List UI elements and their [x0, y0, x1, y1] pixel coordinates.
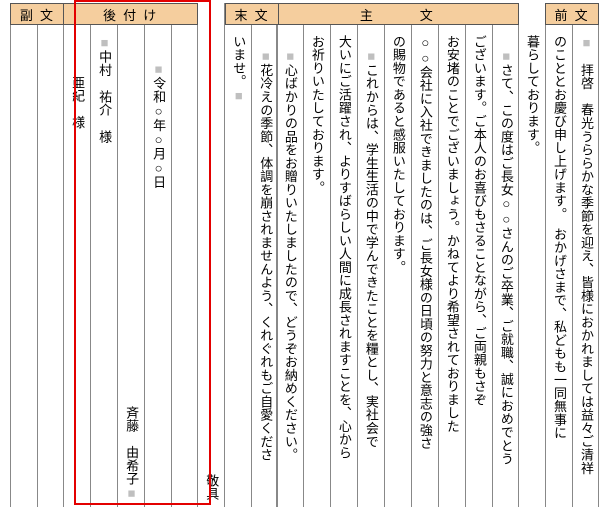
header-atozuke: 後 付 け — [63, 3, 198, 25]
shu-line-9: ■心ばかりの品をお贈りいたしましたので、どうぞお納めください。 — [277, 31, 304, 461]
shu-line-6: ■これからは、学生生活の中で学んできたことを糧とし、実社会で — [358, 31, 385, 448]
header-zenbun: 前 文 — [545, 3, 599, 25]
shu-line-8: お祈りいたしております。 — [304, 31, 331, 194]
date-line: ■令和○年○月○日 — [145, 31, 172, 189]
zen-line-3: 暮らしております。 — [519, 31, 546, 154]
shu-line-2: ございます。ご本人のお喜びもさることながら、ご両親もさぞ — [466, 31, 493, 406]
keigu-closing: 敬具 — [198, 474, 225, 501]
shu-line-3: お安堵のことでございましょう。かねてより希望されておりました — [439, 31, 466, 433]
zen-line-1: ■ 拝啓 春光うららかな季節を迎え、皆様におかれましては益々ご清祥 — [573, 31, 600, 475]
matsu-line-1: ■花冷えの季節、体調を崩されませんよう、くれぐれもご自愛くださ — [252, 31, 279, 461]
shu-line-5: の賜物であると感服いたしております。 — [385, 31, 412, 274]
header-matsubun: 末 文 — [225, 3, 279, 25]
matsu-line-2: いませ。■ — [225, 31, 252, 103]
zen-line-2: のこととお慶び申し上げます。 おかげさまで、私どもも一同無事に — [546, 31, 573, 440]
shu-line-7: 大いにご活躍され、よりすばらしい人間に成長されますことを、心から — [331, 31, 358, 459]
sender-name: 斉藤 由希子■ — [118, 406, 145, 501]
header-fukubun: 副 文 — [10, 3, 64, 25]
shu-line-1: ■さて、この度はご長女○○さんのご卒業、ご就職、誠におめでとう — [493, 31, 520, 465]
header-zenbun-label: 前 文 — [554, 5, 589, 24]
header-matsubun-label: 末 文 — [235, 5, 270, 24]
header-fukubun-label: 副 文 — [20, 5, 55, 24]
recipient-name-1: ■中村 祐介 様 — [91, 31, 118, 143]
header-atozuke-label: 後 付 け — [103, 5, 158, 24]
recipient-name-2: 亜紀 様 — [64, 31, 91, 129]
header-shubun-label: 主 文 — [360, 5, 435, 24]
header-shubun: 主 文 — [276, 3, 519, 25]
shu-line-4: ○○会社に入社できましたのは、ご長女様の日頃の努力と意志の強さ — [412, 31, 439, 450]
